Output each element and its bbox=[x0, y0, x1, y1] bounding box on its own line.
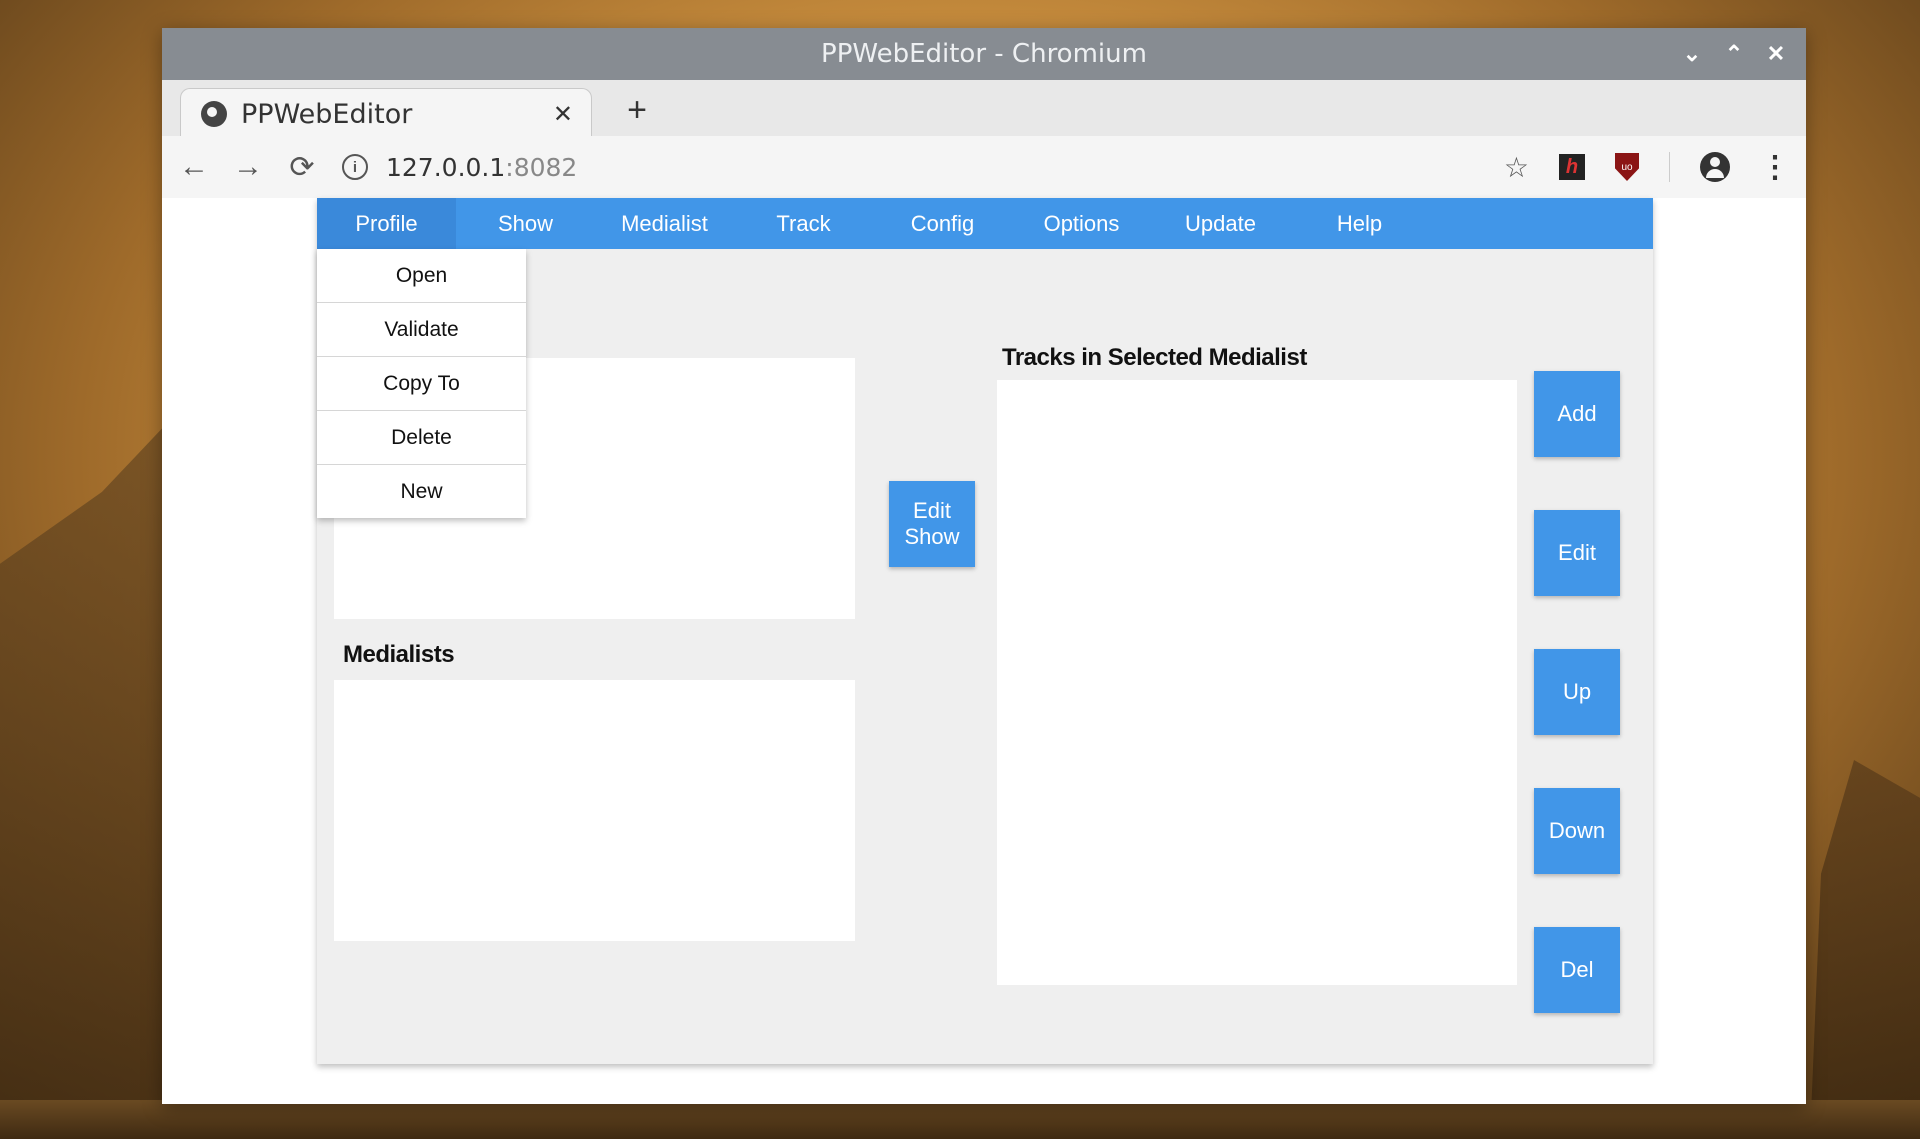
tracks-list[interactable] bbox=[997, 380, 1517, 985]
menu-update[interactable]: Update bbox=[1151, 198, 1290, 249]
forward-icon[interactable]: → bbox=[226, 145, 270, 189]
new-tab-icon[interactable]: + bbox=[617, 90, 657, 130]
h-extension-icon[interactable]: h bbox=[1559, 154, 1585, 180]
url-host: 127.0.0.1 bbox=[386, 152, 506, 182]
edit-show-line2: Show bbox=[904, 524, 960, 549]
tracks-heading: Tracks in Selected Medialist bbox=[1002, 344, 1307, 371]
browser-toolbar: ← → ⟳ i 127.0.0.1:8082 ☆ h uo ⋮ bbox=[162, 136, 1806, 199]
menu-config[interactable]: Config bbox=[873, 198, 1012, 249]
profile-delete-item[interactable]: Delete bbox=[317, 411, 526, 465]
profile-open-item[interactable]: Open bbox=[317, 249, 526, 303]
url-text[interactable]: 127.0.0.1:8082 bbox=[386, 153, 577, 182]
ppweb-editor-app: Profile Show Medialist Track Config Opti… bbox=[317, 198, 1653, 1064]
minimize-icon[interactable]: ⌄ bbox=[1682, 41, 1702, 67]
toolbar-divider bbox=[1669, 152, 1670, 182]
tab-close-icon[interactable]: ✕ bbox=[553, 100, 573, 129]
reload-icon[interactable]: ⟳ bbox=[280, 145, 324, 189]
menu-options[interactable]: Options bbox=[1012, 198, 1151, 249]
medialists-list[interactable] bbox=[334, 680, 855, 941]
menu-track[interactable]: Track bbox=[734, 198, 873, 249]
profile-dropdown: Open Validate Copy To Delete New bbox=[317, 249, 526, 518]
medialists-heading: Medialists bbox=[343, 641, 455, 668]
window-controls: ⌄ ⌃ ✕ bbox=[1682, 28, 1786, 80]
url-port: :8082 bbox=[505, 152, 578, 182]
profile-new-item[interactable]: New bbox=[317, 465, 526, 518]
background-hill-right bbox=[1810, 760, 1920, 1139]
profile-validate-item[interactable]: Validate bbox=[317, 303, 526, 357]
tab-strip: PPWebEditor ✕ + bbox=[162, 80, 1806, 139]
window-title: PPWebEditor - Chromium bbox=[821, 39, 1147, 69]
globe-icon bbox=[201, 101, 227, 127]
address-bar[interactable]: i 127.0.0.1:8082 bbox=[342, 144, 577, 190]
edit-show-line1: Edit bbox=[913, 498, 951, 523]
app-menubar: Profile Show Medialist Track Config Opti… bbox=[317, 198, 1653, 249]
edit-show-label: Edit Show bbox=[904, 498, 959, 550]
background-ground bbox=[0, 1100, 1920, 1139]
browser-tab[interactable]: PPWebEditor ✕ bbox=[180, 88, 592, 139]
profile-copy-to-item[interactable]: Copy To bbox=[317, 357, 526, 411]
background-hill-left bbox=[0, 420, 170, 1139]
menu-help[interactable]: Help bbox=[1290, 198, 1429, 249]
close-window-icon[interactable]: ✕ bbox=[1766, 41, 1786, 67]
page-content: Profile Show Medialist Track Config Opti… bbox=[162, 198, 1806, 1104]
move-up-button[interactable]: Up bbox=[1534, 649, 1620, 735]
info-icon[interactable]: i bbox=[342, 154, 368, 180]
window-titlebar: PPWebEditor - Chromium ⌄ ⌃ ✕ bbox=[162, 28, 1806, 80]
bookmark-star-icon[interactable]: ☆ bbox=[1504, 151, 1529, 184]
browser-window: PPWebEditor - Chromium ⌄ ⌃ ✕ PPWebEditor… bbox=[162, 28, 1806, 1104]
browser-menu-icon[interactable]: ⋮ bbox=[1760, 150, 1790, 185]
ublock-extension-icon[interactable]: uo bbox=[1615, 153, 1639, 181]
edit-show-button[interactable]: Edit Show bbox=[889, 481, 975, 567]
tab-title: PPWebEditor bbox=[241, 98, 413, 130]
edit-track-button[interactable]: Edit bbox=[1534, 510, 1620, 596]
account-icon[interactable] bbox=[1700, 152, 1730, 182]
menu-show[interactable]: Show bbox=[456, 198, 595, 249]
menu-profile[interactable]: Profile bbox=[317, 198, 456, 249]
add-track-button[interactable]: Add bbox=[1534, 371, 1620, 457]
delete-track-button[interactable]: Del bbox=[1534, 927, 1620, 1013]
move-down-button[interactable]: Down bbox=[1534, 788, 1620, 874]
back-icon[interactable]: ← bbox=[172, 145, 216, 189]
menu-medialist[interactable]: Medialist bbox=[595, 198, 734, 249]
maximize-icon[interactable]: ⌃ bbox=[1724, 41, 1744, 67]
toolbar-actions: ☆ h uo ⋮ bbox=[1504, 136, 1790, 198]
